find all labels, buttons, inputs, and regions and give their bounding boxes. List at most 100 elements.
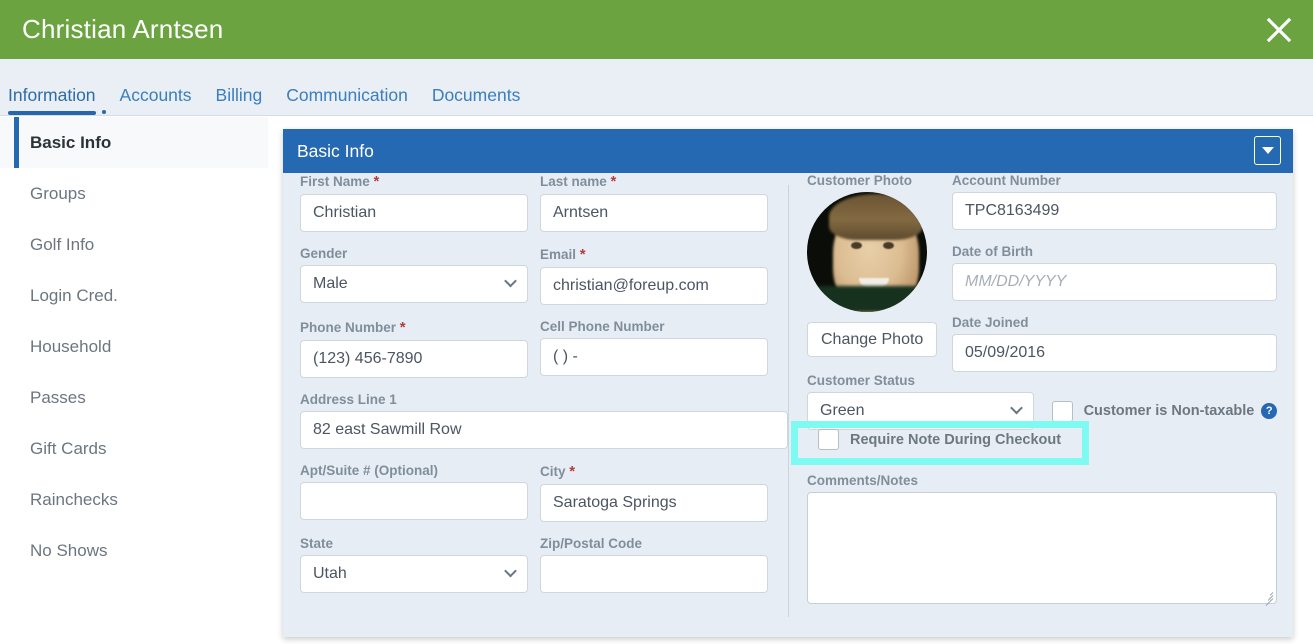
panel-collapse-button[interactable] <box>1254 136 1281 165</box>
sidebar-item-label: Passes <box>30 387 86 407</box>
required-marker: * <box>399 319 406 336</box>
last-name-group: Last name * Arntsen <box>540 173 768 232</box>
require-note-row: Require Note During Checkout <box>807 429 1061 450</box>
sidebar: Basic Info Groups Golf Info Login Cred. Hous… <box>0 117 268 576</box>
date-joined-label: Date Joined <box>952 315 1029 330</box>
form-left-column: First Name * Christian Last name * Arnts… <box>300 173 788 607</box>
tab-accounts[interactable]: Accounts <box>120 85 192 115</box>
gender-email-row: Gender Male Email * christian@foreup.com <box>300 246 788 305</box>
sidebar-item-gift-cards[interactable]: Gift Cards <box>0 423 268 474</box>
phone-label: Phone Number * <box>300 319 406 336</box>
sidebar-item-label: Household <box>30 336 112 356</box>
require-note-checkbox[interactable] <box>818 429 839 450</box>
active-tab-dot <box>101 110 106 114</box>
window-titlebar: Christian Arntsen <box>0 0 1313 59</box>
tab-documents[interactable]: Documents <box>432 85 521 115</box>
non-taxable-checkbox[interactable] <box>1051 400 1073 422</box>
apt-group: Apt/Suite # (Optional) <box>300 463 528 522</box>
account-number-label: Account Number <box>952 173 1061 188</box>
last-name-input[interactable]: Arntsen <box>540 194 768 232</box>
help-icon[interactable]: ? <box>1261 403 1277 419</box>
account-number-input[interactable]: TPC8163499 <box>952 192 1277 230</box>
tab-communication[interactable]: Communication <box>286 85 408 115</box>
tab-strip: Information Accounts Billing Communication D… <box>0 59 1313 116</box>
last-name-label: Last name * <box>540 173 617 190</box>
chevron-down-icon <box>1010 401 1023 415</box>
sidebar-item-basic-info[interactable]: Basic Info <box>0 117 268 168</box>
required-marker: * <box>373 173 380 190</box>
zip-input[interactable] <box>540 555 768 593</box>
cell-phone-label: Cell Phone Number <box>540 319 665 334</box>
first-name-input[interactable]: Christian <box>300 194 528 232</box>
sidebar-item-groups[interactable]: Groups <box>0 168 268 219</box>
sidebar-item-golf-info[interactable]: Golf Info <box>0 219 268 270</box>
customer-photo-group: Customer Photo Change Photo <box>807 173 938 357</box>
city-input[interactable]: Saratoga Springs <box>540 484 768 522</box>
state-group: State Utah <box>300 536 528 593</box>
require-note-label: Require Note During Checkout <box>850 431 1062 448</box>
account-number-group: Account Number TPC8163499 <box>952 173 1277 230</box>
required-marker: * <box>610 173 617 190</box>
account-fields: Account Number TPC8163499 Date of Birth … <box>952 173 1277 386</box>
panel-header: Basic Info <box>283 129 1293 173</box>
apt-input[interactable] <box>300 482 528 520</box>
panel-title: Basic Info <box>297 140 374 161</box>
state-zip-row: State Utah Zip/Postal Code <box>300 536 788 593</box>
date-of-birth-group: Date of Birth MM/DD/YYYY <box>952 244 1277 301</box>
sidebar-item-label: Golf Info <box>30 234 95 254</box>
avatar <box>807 192 927 312</box>
date-of-birth-input[interactable]: MM/DD/YYYY <box>952 263 1277 301</box>
date-joined-input[interactable]: 05/09/2016 <box>952 334 1277 372</box>
change-photo-button[interactable]: Change Photo <box>807 322 938 357</box>
address1-input[interactable]: 82 east Sawmill Row <box>300 411 788 449</box>
sidebar-item-label: Rainchecks <box>30 489 118 509</box>
sidebar-item-no-shows[interactable]: No Shows <box>0 525 268 576</box>
state-label: State <box>300 536 334 551</box>
email-input[interactable]: christian@foreup.com <box>540 267 768 305</box>
panel-body: First Name * Christian Last name * Arnts… <box>283 173 1293 637</box>
comments-label: Comments/Notes <box>807 473 919 488</box>
comments-textarea[interactable] <box>807 492 1277 606</box>
gender-value: Male <box>313 275 348 292</box>
customer-photo-label: Customer Photo <box>807 173 913 188</box>
customer-status-value: Green <box>820 402 865 419</box>
gender-select[interactable]: Male <box>300 265 528 303</box>
close-icon <box>1266 17 1292 43</box>
zip-group: Zip/Postal Code <box>540 536 768 593</box>
required-marker: * <box>569 463 576 480</box>
comments-group: Comments/Notes <box>807 473 1277 606</box>
avatar-shirt <box>817 286 927 312</box>
content-area: Basic Info Groups Golf Info Login Cred. Hous… <box>0 117 1313 644</box>
cell-phone-input[interactable]: ( ) - <box>540 338 768 376</box>
city-group: City * Saratoga Springs <box>540 463 768 522</box>
gender-group: Gender Male <box>300 246 528 305</box>
resize-grip-icon[interactable] <box>1261 588 1274 606</box>
tab-billing[interactable]: Billing <box>216 85 263 115</box>
address1-group: Address Line 1 82 east Sawmill Row <box>300 392 788 449</box>
tab-list: Information Accounts Billing Communication D… <box>0 71 520 115</box>
email-label: Email * <box>540 246 586 263</box>
sidebar-item-label: Basic Info <box>30 132 112 152</box>
state-value: Utah <box>313 565 347 582</box>
tab-information[interactable]: Information <box>8 85 106 115</box>
phone-group: Phone Number * (123) 456-7890 <box>300 319 528 378</box>
name-row: First Name * Christian Last name * Arnts… <box>300 173 788 232</box>
sidebar-item-household[interactable]: Household <box>0 321 268 372</box>
sidebar-item-login-cred[interactable]: Login Cred. <box>0 270 268 321</box>
customer-status-label: Customer Status <box>807 373 916 388</box>
first-name-label: First Name * <box>300 173 380 190</box>
city-label: City * <box>540 463 576 480</box>
avatar-eye-right <box>883 242 894 249</box>
close-button[interactable] <box>1259 10 1299 50</box>
zip-label: Zip/Postal Code <box>540 536 643 551</box>
phone-input[interactable]: (123) 456-7890 <box>300 340 528 378</box>
date-joined-group: Date Joined 05/09/2016 <box>952 315 1277 372</box>
sidebar-item-passes[interactable]: Passes <box>0 372 268 423</box>
email-group: Email * christian@foreup.com <box>540 246 768 305</box>
sidebar-item-label: No Shows <box>30 540 108 560</box>
date-of-birth-label: Date of Birth <box>952 244 1033 259</box>
sidebar-item-rainchecks[interactable]: Rainchecks <box>0 474 268 525</box>
chevron-down-icon <box>1261 147 1274 154</box>
basic-info-panel: Basic Info First Name * Christian Last n… <box>283 129 1293 637</box>
state-select[interactable]: Utah <box>300 555 528 593</box>
